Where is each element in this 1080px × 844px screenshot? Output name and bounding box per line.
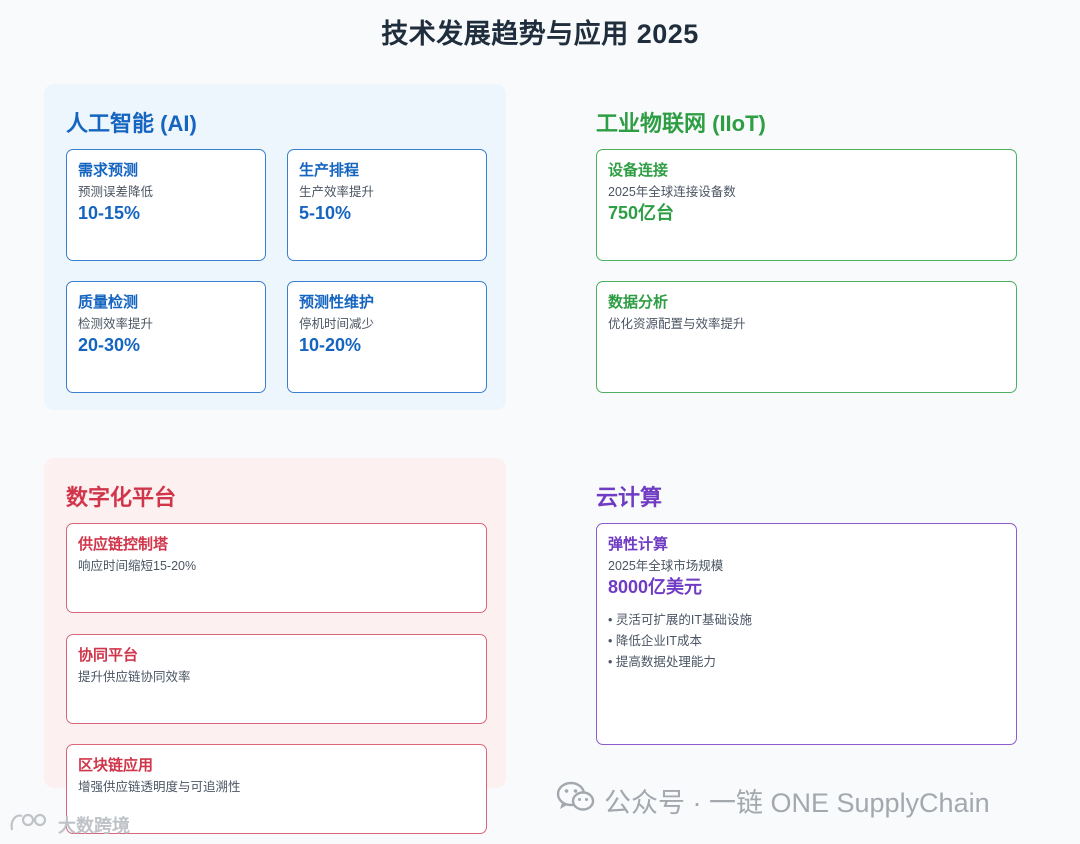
card-desc: 2025年全球市场规模	[608, 559, 724, 573]
cloud-section-title: 云计算	[596, 485, 663, 510]
brand-watermark: 大数跨境	[8, 810, 130, 839]
card-title: 预测性维护	[299, 294, 375, 311]
card-value: 5-10%	[299, 203, 352, 223]
card-value: 20-30%	[78, 335, 141, 355]
wechat-watermark: 公众号 · 一链 ONE SupplyChain	[556, 780, 990, 820]
cloud-section: 云计算 弹性计算 2025年全球市场规模 8000亿美元 灵活可扩展的IT基础设…	[574, 458, 1036, 788]
card-value: 10-15%	[78, 203, 141, 223]
card-desc: 生产效率提升	[299, 185, 375, 199]
card-desc: 预测误差降低	[78, 185, 154, 199]
iiot-section: 工业物联网 (IIoT) 设备连接 2025年全球连接设备数 750亿台 数据分…	[574, 84, 1036, 410]
card-title: 协同平台	[78, 647, 139, 664]
card-value: 10-20%	[299, 335, 362, 355]
card-value: 750亿台	[608, 203, 675, 223]
brand-logo-icon	[8, 810, 52, 839]
card-title: 生产排程	[299, 162, 360, 179]
card-desc: 响应时间缩短15-20%	[78, 559, 197, 573]
card-desc: 2025年全球连接设备数	[608, 185, 736, 199]
card-value: 8000亿美元	[608, 577, 703, 597]
ai-card-quality-inspection: 质量检测 检测效率提升 20-30%	[66, 281, 266, 393]
iiot-card-device-connection: 设备连接 2025年全球连接设备数 750亿台	[596, 149, 1017, 261]
ai-section: 人工智能 (AI) 需求预测 预测误差降低 10-15% 生产排程 生产效率提升…	[44, 84, 506, 410]
ai-section-title: 人工智能 (AI)	[66, 111, 197, 136]
list-item: 降低企业IT成本	[608, 631, 1005, 652]
card-desc: 停机时间减少	[299, 317, 375, 331]
card-title: 供应链控制塔	[78, 536, 169, 553]
bullet-list: 灵活可扩展的IT基础设施 降低企业IT成本 提高数据处理能力	[608, 610, 1005, 673]
wechat-icon	[556, 780, 596, 821]
ai-card-predictive-maintenance: 预测性维护 停机时间减少 10-20%	[287, 281, 487, 393]
list-item: 灵活可扩展的IT基础设施	[608, 610, 1005, 631]
ai-card-production-scheduling: 生产排程 生产效率提升 5-10%	[287, 149, 487, 261]
cloud-card-elastic-computing: 弹性计算 2025年全球市场规模 8000亿美元 灵活可扩展的IT基础设施 降低…	[596, 523, 1017, 745]
card-title: 数据分析	[608, 294, 669, 311]
ai-card-demand-forecast: 需求预测 预测误差降低 10-15%	[66, 149, 266, 261]
card-desc: 检测效率提升	[78, 317, 154, 331]
card-title: 设备连接	[608, 162, 669, 179]
wechat-watermark-text: 公众号 · 一链 ONE SupplyChain	[604, 787, 990, 818]
card-desc: 提升供应链协同效率	[78, 670, 191, 684]
card-title: 区块链应用	[78, 757, 154, 774]
digital-card-collaboration: 协同平台 提升供应链协同效率	[66, 634, 487, 724]
digital-section: 数字化平台 供应链控制塔 响应时间缩短15-20% 协同平台 提升供应链协同效率…	[44, 458, 506, 834]
iiot-section-title: 工业物联网 (IIoT)	[596, 111, 766, 136]
card-desc: 优化资源配置与效率提升	[608, 317, 746, 331]
card-title: 质量检测	[78, 294, 139, 311]
card-title: 弹性计算	[608, 536, 669, 553]
brand-watermark-text: 大数跨境	[58, 815, 130, 836]
card-desc: 增强供应链透明度与可追溯性	[78, 780, 241, 794]
list-item: 提高数据处理能力	[608, 652, 1005, 673]
digital-section-title: 数字化平台	[66, 485, 177, 510]
page-title: 技术发展趋势与应用 2025	[381, 19, 699, 49]
digital-card-control-tower: 供应链控制塔 响应时间缩短15-20%	[66, 523, 487, 613]
card-title: 需求预测	[78, 162, 139, 179]
iiot-card-data-analysis: 数据分析 优化资源配置与效率提升	[596, 281, 1017, 393]
